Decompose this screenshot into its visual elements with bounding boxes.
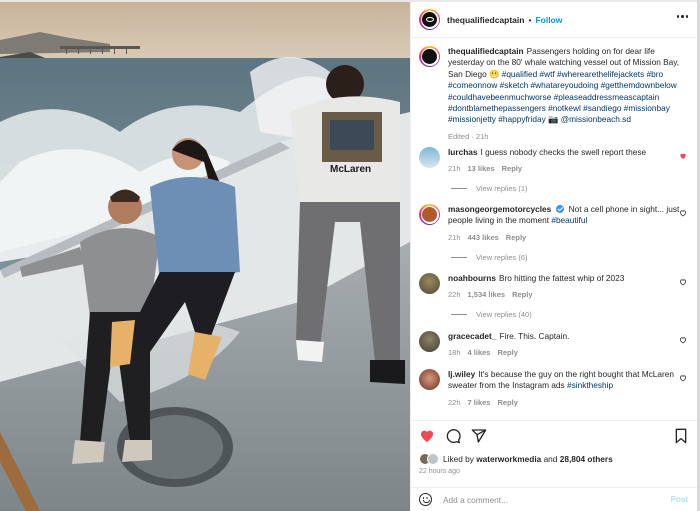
view-replies-button[interactable]: View replies (40) bbox=[451, 310, 532, 319]
comment-meta: 22h 7 likes Reply bbox=[448, 397, 680, 408]
boat-wave-scene: McLaren bbox=[0, 2, 410, 511]
liked-by-row: Liked by waterworkmedia and 28,804 other… bbox=[419, 453, 613, 465]
comment-body: noahbourns Bro hitting the fattest whip o… bbox=[448, 273, 680, 301]
comment-username[interactable]: lurchas bbox=[448, 147, 478, 157]
comment-icon[interactable] bbox=[445, 428, 461, 444]
comment-username[interactable]: lj.wiley bbox=[448, 369, 475, 379]
comment-likes[interactable]: 443 likes bbox=[468, 233, 499, 242]
comment-time: 21h bbox=[448, 232, 461, 242]
verified-badge-icon bbox=[556, 205, 565, 213]
caption-line: Passengers holding on for dear life bbox=[526, 46, 655, 56]
comment-body: gracecadet_ Fire. This. Captain. 18h 4 lik… bbox=[448, 331, 680, 359]
caption-hashtags[interactable]: #dontblamethepassengers #notkewl #sandie… bbox=[448, 103, 670, 113]
caption-line: yesterday on the 80' whale watching vess… bbox=[448, 57, 680, 68]
comment-hashtag[interactable]: #sinktheship bbox=[567, 380, 613, 390]
comment-username[interactable]: noahbourns bbox=[448, 273, 496, 283]
caption-line: San Diego 😬 bbox=[448, 68, 500, 79]
comment-hashtag[interactable]: #beautiful bbox=[551, 215, 587, 225]
bookmark-icon[interactable] bbox=[674, 428, 688, 444]
liked-by-and: and bbox=[543, 454, 558, 464]
reply-button[interactable]: Reply bbox=[497, 398, 517, 407]
liked-by-text: Liked by waterworkmedia and 28,804 other… bbox=[443, 454, 613, 464]
comment-meta: 21h 443 likes Reply bbox=[448, 232, 680, 243]
comment-meta: 18h 4 likes Reply bbox=[448, 347, 680, 358]
post-header: thequalifiedcaptain • Follow bbox=[411, 2, 698, 38]
post-side-panel: thequalifiedcaptain • Follow thequalifie… bbox=[410, 2, 698, 511]
comment-text: sweater from the Instagram ads bbox=[448, 380, 565, 391]
commenter-avatar[interactable] bbox=[419, 331, 440, 352]
caption-hashtags[interactable]: #qualified #wtf #wherearethelifejackets … bbox=[502, 69, 663, 79]
commenter-avatar[interactable] bbox=[419, 147, 440, 168]
liker-avatar bbox=[427, 453, 439, 465]
reply-button[interactable]: Reply bbox=[506, 233, 526, 242]
liked-by-user[interactable]: waterworkmedia bbox=[476, 454, 541, 464]
author-username[interactable]: thequalifiedcaptain bbox=[447, 15, 524, 25]
caption-avatar[interactable] bbox=[419, 46, 440, 67]
caption-meta: Edited · 21h bbox=[448, 131, 680, 142]
caption-edited-time: Edited · 21h bbox=[448, 131, 489, 141]
heart-outline-icon[interactable] bbox=[679, 374, 687, 382]
reply-button[interactable]: Reply bbox=[512, 290, 532, 299]
caption-hashtags[interactable]: #couldhavebeenmuchworse #pleaseaddressme… bbox=[448, 92, 659, 102]
comment-text: It's because the guy on the right bought… bbox=[478, 369, 674, 379]
comment-text: I guess nobody checks the swell report t… bbox=[480, 147, 647, 157]
comment-likes[interactable]: 13 likes bbox=[468, 164, 495, 173]
caption-text: thequalifiedcaptain Passengers holding on… bbox=[448, 46, 680, 142]
heart-filled-icon[interactable] bbox=[679, 152, 687, 160]
comment-text: Fire. This. Captain. bbox=[499, 331, 570, 341]
post-photo[interactable]: McLaren bbox=[0, 2, 410, 511]
reply-button[interactable]: Reply bbox=[497, 348, 517, 357]
action-icons bbox=[419, 428, 487, 444]
post-actions: Liked by waterworkmedia and 28,804 other… bbox=[411, 420, 698, 510]
commenter-avatar[interactable] bbox=[419, 204, 440, 225]
share-icon[interactable] bbox=[471, 428, 487, 444]
comment-text: people living in the moment bbox=[448, 215, 550, 226]
comment-username[interactable]: masongeorgemotorcycles bbox=[448, 204, 551, 214]
comment-text: Bro hitting the fattest whip of 2023 bbox=[498, 273, 625, 283]
heart-outline-icon[interactable] bbox=[679, 336, 687, 344]
author-avatar[interactable] bbox=[419, 9, 440, 30]
comment-body: masongeorgemotorcycles Not a cell phone … bbox=[448, 204, 680, 243]
liked-by-count[interactable]: 28,804 others bbox=[560, 454, 613, 464]
caption-hashtags[interactable]: #missionjetty #happyfriday 📷 @missionbea… bbox=[448, 114, 631, 124]
comment-time: 22h bbox=[448, 397, 461, 407]
emoji-icon[interactable] bbox=[419, 493, 432, 506]
comment-meta: 22h 1,534 likes Reply bbox=[448, 289, 680, 300]
commenter-avatar[interactable] bbox=[419, 273, 440, 294]
like-heart-filled-icon[interactable] bbox=[419, 428, 435, 444]
reply-button[interactable]: Reply bbox=[502, 164, 522, 173]
comments-list[interactable]: thequalifiedcaptain Passengers holding on… bbox=[411, 39, 698, 419]
follow-button[interactable]: Follow bbox=[535, 15, 562, 25]
liked-by-prefix: Liked by bbox=[443, 454, 474, 464]
sweater-text: McLaren bbox=[330, 164, 371, 175]
post-comment-button[interactable]: Post bbox=[671, 495, 688, 504]
caption-hashtags[interactable]: #comeonnow #sketch #whatareyoudoing #get… bbox=[448, 80, 677, 90]
heart-outline-icon[interactable] bbox=[679, 209, 687, 217]
separator-dot: • bbox=[528, 14, 532, 25]
comment-time: 21h bbox=[448, 164, 461, 174]
caption-username[interactable]: thequalifiedcaptain bbox=[448, 46, 524, 56]
comment-likes[interactable]: 7 likes bbox=[468, 398, 491, 407]
comment-meta: 21h 13 likes Reply bbox=[448, 163, 680, 174]
comment-input[interactable] bbox=[443, 494, 643, 505]
comment-time: 22h bbox=[448, 290, 461, 300]
comment-likes[interactable]: 1,534 likes bbox=[468, 290, 506, 299]
commenter-avatar[interactable] bbox=[419, 369, 440, 390]
comment-text: Not a cell phone in sight... just bbox=[568, 204, 680, 214]
comment-username[interactable]: gracecadet_ bbox=[448, 331, 496, 341]
comment-body: lj.wiley It's because the guy on the righ… bbox=[448, 369, 680, 408]
heart-outline-icon[interactable] bbox=[679, 278, 687, 286]
comment-time: 18h bbox=[448, 348, 461, 358]
view-replies-button[interactable]: View replies (6) bbox=[451, 253, 528, 262]
comment-likes[interactable]: 4 likes bbox=[468, 348, 491, 357]
view-replies-button[interactable]: View replies (1) bbox=[451, 184, 528, 193]
more-horizontal-icon[interactable] bbox=[676, 15, 688, 18]
add-comment-bar: Post bbox=[411, 487, 698, 511]
comment-body: lurchas I guess nobody checks the swell r… bbox=[448, 147, 680, 175]
post-time: 22 hours ago bbox=[419, 468, 460, 475]
